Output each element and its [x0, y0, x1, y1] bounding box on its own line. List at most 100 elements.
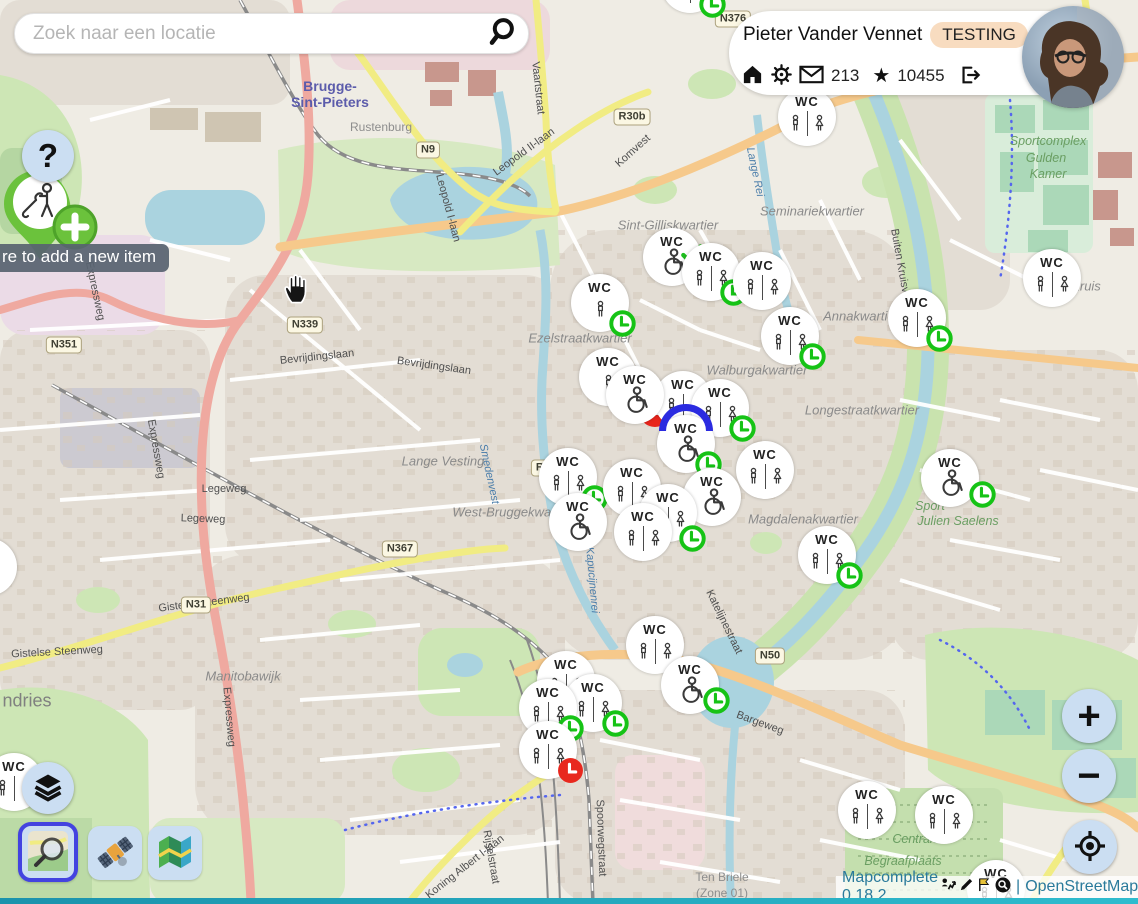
open-hours-icon [609, 310, 636, 337]
map-style-osm-button[interactable] [18, 822, 78, 882]
map-marker-wc[interactable]: WC [736, 441, 794, 499]
wc-label: WC [623, 373, 647, 386]
logout-button[interactable] [958, 64, 981, 89]
flag-map-icon [977, 877, 992, 897]
wc-label: WC [674, 422, 698, 435]
wc-label: WC [656, 491, 680, 504]
folded-map-icon [155, 832, 195, 875]
wc-label: WC [905, 296, 929, 309]
user-name: Pieter Vander Vennet [743, 24, 922, 46]
pencil-icon [959, 877, 974, 897]
bottom-progress-bar [0, 898, 1138, 904]
map-marker-wc[interactable]: WC [778, 88, 836, 146]
open-hours-icon [602, 710, 629, 737]
attribution-separator: | [1016, 878, 1020, 896]
geolocate-button[interactable] [1063, 820, 1117, 874]
toilet-pictogram [563, 513, 593, 543]
layers-icon [33, 772, 63, 805]
wc-label: WC [581, 681, 605, 694]
user-avatar[interactable] [1022, 6, 1124, 108]
map-marker-wc[interactable]: WC [606, 366, 664, 424]
map-marker-wc[interactable]: WC [838, 781, 896, 839]
wc-label: WC [643, 623, 667, 636]
toilet-pictogram [635, 636, 676, 666]
open-hours-icon [729, 415, 756, 442]
map-marker-wc[interactable]: WC [661, 656, 719, 714]
wc-label: WC [815, 533, 839, 546]
open-hours-icon [969, 481, 996, 508]
help-button[interactable]: ? [22, 130, 74, 182]
toilet-pictogram [787, 108, 828, 138]
map-marker-wc[interactable]: WC [1023, 249, 1081, 307]
star-icon: ★ [872, 66, 890, 86]
home-button[interactable] [741, 63, 764, 89]
wc-label: WC [778, 314, 802, 327]
open-hours-icon [799, 343, 826, 370]
map-style-satellite-button[interactable] [88, 826, 142, 880]
changesets-count: 10455 [897, 66, 944, 86]
wc-label: WC [588, 281, 612, 294]
wc-label: WC [678, 663, 702, 676]
wc-label: WC [556, 455, 580, 468]
map-marker-wc[interactable]: WC [733, 252, 791, 310]
toilet-pictogram [745, 461, 786, 491]
map-marker-wc[interactable]: WC [682, 243, 740, 301]
wc-label: WC [631, 510, 655, 523]
search-button[interactable] [482, 16, 528, 51]
envelope-icon [799, 65, 824, 87]
wc-label: WC [596, 355, 620, 368]
toilet-pictogram [592, 294, 609, 324]
wc-label: WC [708, 386, 732, 399]
wc-label: WC [536, 686, 560, 699]
messages-count: 213 [831, 66, 859, 86]
layers-button[interactable] [22, 762, 74, 814]
testing-badge: TESTING [930, 22, 1028, 48]
toilet-pictogram [620, 386, 650, 416]
openstreetmap-link[interactable]: OpenStreetMap [1025, 878, 1138, 896]
gear-icon [771, 64, 792, 88]
crosshair-icon [1073, 829, 1107, 866]
toilet-pictogram [847, 801, 888, 831]
map-marker-wc[interactable]: WC [549, 493, 607, 551]
map-marker-wc[interactable]: WC [519, 721, 577, 779]
messages-button[interactable] [799, 65, 824, 87]
question-mark-icon: ? [38, 137, 58, 175]
map-marker-wc[interactable]: WC [921, 449, 979, 507]
wc-label: WC [932, 793, 956, 806]
map-marker-wc[interactable]: WC [915, 786, 973, 844]
wc-label: WC [566, 500, 590, 513]
tooltip-text: re to add a new item [2, 247, 156, 266]
map-marker-wc[interactable]: WC [657, 415, 715, 473]
mapcomplete-app: Brugge-Sint-PietersRustenburgSint-Gillis… [0, 0, 1138, 904]
wc-label: WC [671, 378, 695, 391]
add-item-tooltip: re to add a new item [0, 244, 169, 272]
statistics-icon [941, 877, 956, 897]
map-marker-wc[interactable]: WC [761, 307, 819, 365]
toilet-pictogram [623, 523, 664, 553]
wc-label: WC [2, 760, 26, 773]
plus-icon: + [1077, 694, 1100, 739]
open-hours-icon [679, 525, 706, 552]
open-hours-icon [703, 687, 730, 714]
zoom-out-button[interactable]: − [1062, 749, 1116, 803]
search-input[interactable] [31, 22, 482, 46]
toilet-pictogram [924, 806, 965, 836]
wc-label: WC [795, 95, 819, 108]
map-marker-wc[interactable]: WC [888, 289, 946, 347]
wc-label: WC [536, 728, 560, 741]
satellite-icon [94, 831, 136, 876]
map-style-map-button[interactable] [148, 826, 202, 880]
settings-button[interactable] [771, 64, 792, 88]
wc-label: WC [855, 788, 879, 801]
toilet-pictogram [1032, 269, 1073, 299]
map-marker-wc[interactable]: WC [798, 526, 856, 584]
logout-icon [958, 64, 981, 89]
wc-label: WC [699, 250, 723, 263]
open-hours-icon [926, 325, 953, 352]
map-marker-wc[interactable]: WC [571, 274, 629, 332]
map-marker-wc[interactable]: WC [614, 503, 672, 561]
wc-label: WC [938, 456, 962, 469]
search-bar [14, 13, 529, 54]
toilet-pictogram [675, 676, 705, 706]
zoom-in-button[interactable]: + [1062, 689, 1116, 743]
